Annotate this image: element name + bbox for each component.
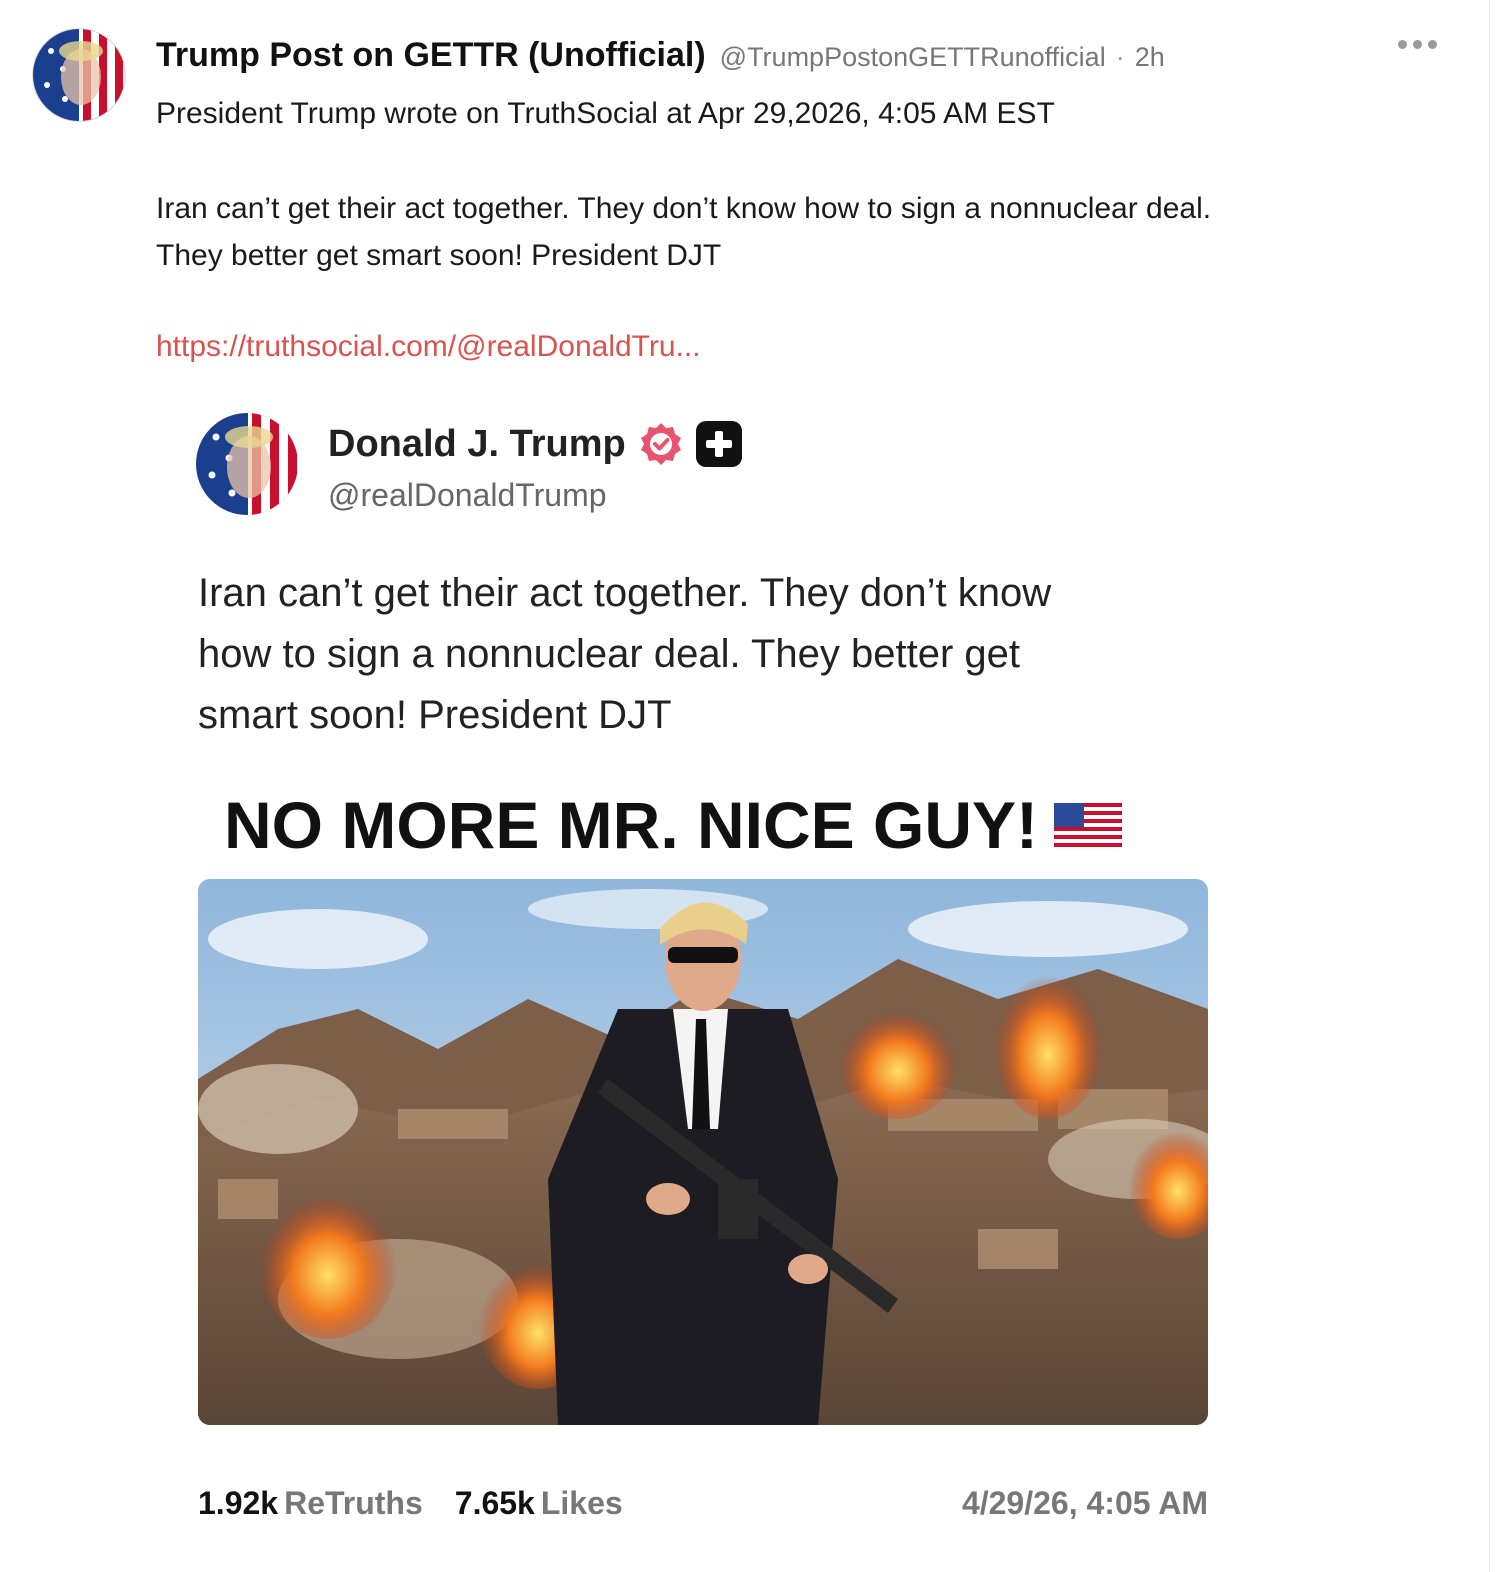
engagement-stats: 1.92k ReTruths 7.65k Likes xyxy=(198,1485,623,1522)
embedded-post-image[interactable]: Donald J. Trump @realDonaldTrump Iran ca… xyxy=(190,395,1230,1560)
more-dot xyxy=(1398,40,1407,49)
retruths-label: ReTruths xyxy=(284,1485,423,1521)
author-avatar[interactable] xyxy=(32,28,126,122)
embed-post-text: Iran can’t get their act together. They … xyxy=(198,563,1218,746)
embed-author-row: Donald J. Trump xyxy=(328,421,742,467)
embed-text-line: how to sign a nonnuclear deal. They bett… xyxy=(198,632,1021,676)
more-dot xyxy=(1428,40,1437,49)
more-options-icon[interactable] xyxy=(1398,40,1437,49)
embed-text-line: smart soon! President DJT xyxy=(198,693,672,737)
likes-label: Likes xyxy=(540,1485,623,1521)
embed-avatar xyxy=(196,413,298,515)
embed-author-handle: @realDonaldTrump xyxy=(328,477,607,513)
post-age: 2h xyxy=(1134,42,1165,72)
headline-text: NO MORE MR. NICE GUY! xyxy=(224,788,1039,862)
plus-badge-icon xyxy=(695,421,742,467)
separator-dot: · xyxy=(1115,42,1125,72)
author-handle[interactable]: @TrumpPostonGETTRunofficial xyxy=(720,42,1106,73)
retruths-count: 1.92k xyxy=(198,1485,279,1521)
verified-badge-icon xyxy=(640,423,681,465)
author-name[interactable]: Trump Post on GETTR (Unofficial) xyxy=(156,36,706,75)
likes-count: 7.65k xyxy=(454,1485,535,1521)
divider xyxy=(1489,0,1490,1572)
embed-timestamp: 4/29/26, 4:05 AM xyxy=(961,1485,1208,1521)
image-headline: NO MORE MR. NICE GUY! xyxy=(224,787,1123,863)
post-header: Trump Post on GETTR (Unofficial) @TrumpP… xyxy=(156,36,1165,75)
us-flag-icon xyxy=(1054,803,1123,847)
embed-text-line: Iran can’t get their act together. They … xyxy=(198,571,1052,615)
more-dot xyxy=(1413,40,1422,49)
embed-author-name: Donald J. Trump xyxy=(328,422,626,465)
post-body-line: They better get smart soon! President DJ… xyxy=(156,239,722,272)
post-body-line: Iran can’t get their act together. They … xyxy=(156,192,1212,225)
post-page: Trump Post on GETTR (Unofficial) @TrumpP… xyxy=(0,0,1498,1572)
scene-illustration xyxy=(198,879,1208,1425)
source-link[interactable]: https://truthsocial.com/@realDonaldTru..… xyxy=(156,330,701,364)
post-intro-line: President Trump wrote on TruthSocial at … xyxy=(156,97,1055,130)
